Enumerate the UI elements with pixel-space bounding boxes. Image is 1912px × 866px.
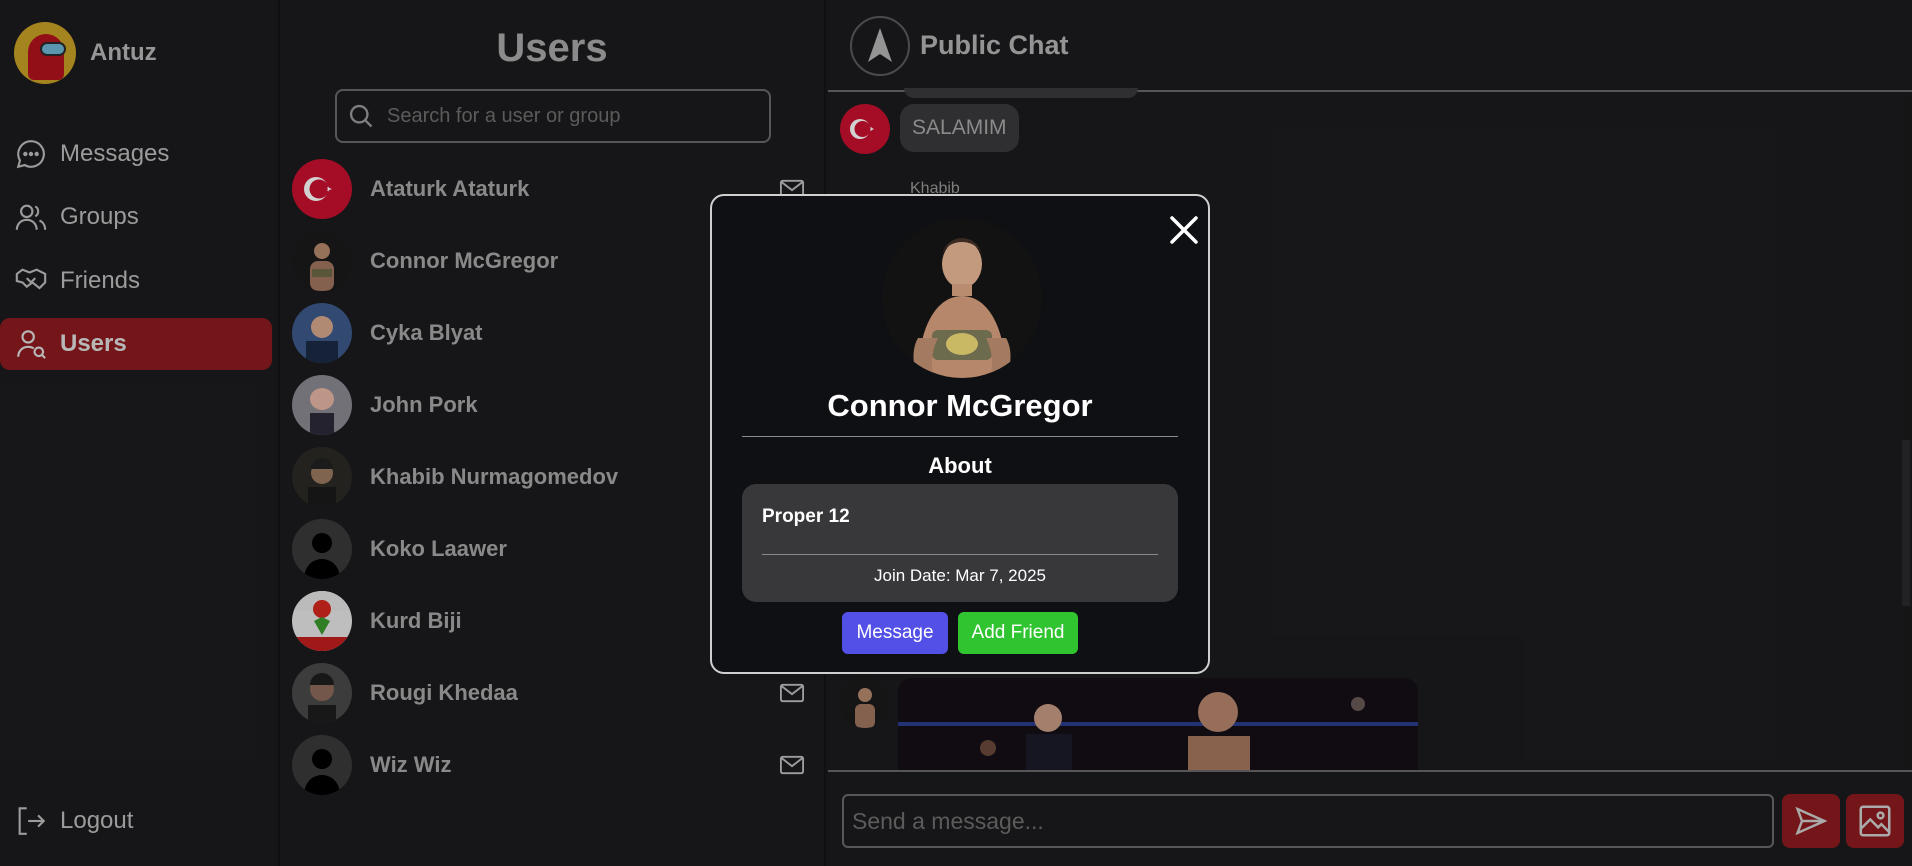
user-profile-modal: Connor McGregor About Proper 12 Join Dat…	[710, 194, 1210, 674]
message-button[interactable]: Message	[842, 612, 948, 654]
close-icon[interactable]	[1164, 210, 1204, 250]
profile-name: Connor McGregor	[827, 388, 1093, 423]
profile-avatar	[882, 218, 1042, 378]
join-date: Join Date: Mar 7, 2025	[874, 566, 1046, 585]
about-heading: About	[928, 453, 992, 478]
add-friend-button[interactable]: Add Friend	[958, 612, 1078, 654]
divider	[762, 554, 1158, 555]
about-card: Proper 12 Join Date: Mar 7, 2025	[742, 484, 1178, 602]
profile-bio: Proper 12	[762, 506, 850, 527]
divider	[742, 436, 1178, 437]
